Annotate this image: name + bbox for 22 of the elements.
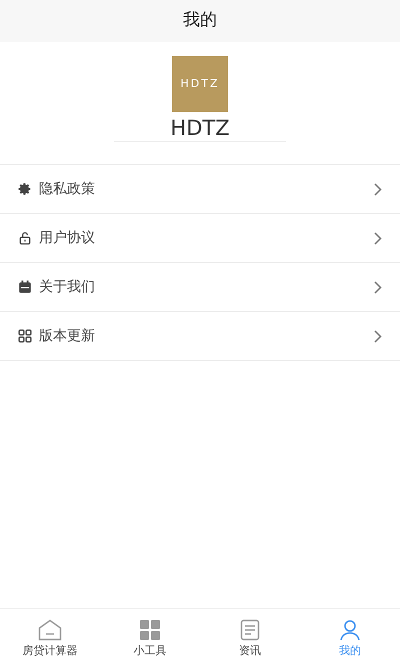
page-title: 我的 — [183, 9, 217, 32]
tab-bar-item[interactable]: 资讯 — [200, 609, 300, 666]
gear-icon — [18, 182, 32, 196]
unlocked-padlock-icon — [18, 231, 32, 245]
chevron-right-icon — [374, 280, 382, 294]
logo-text: HDTZ — [180, 76, 220, 92]
tools-icon — [139, 619, 161, 641]
menu-item[interactable]: 版本更新 — [0, 312, 400, 361]
calendar-icon — [18, 280, 32, 294]
chevron-right-icon — [374, 330, 382, 342]
person-icon — [339, 619, 361, 641]
menu-item[interactable]: 隐私政策 — [0, 165, 400, 214]
house-icon — [38, 619, 62, 641]
chevron-right-icon — [374, 182, 382, 196]
grid-icon — [18, 329, 32, 343]
menu-item[interactable]: 关于我们 — [0, 263, 400, 312]
profile-name: HDTZ — [114, 118, 286, 142]
tab-bar-item[interactable]: 房贷计算器 — [0, 609, 100, 666]
document-icon — [240, 619, 260, 641]
chevron-right-icon — [374, 232, 382, 244]
tab-bar-item[interactable]: 小工具 — [100, 609, 200, 666]
menu-item[interactable]: 用户协议 — [0, 214, 400, 263]
